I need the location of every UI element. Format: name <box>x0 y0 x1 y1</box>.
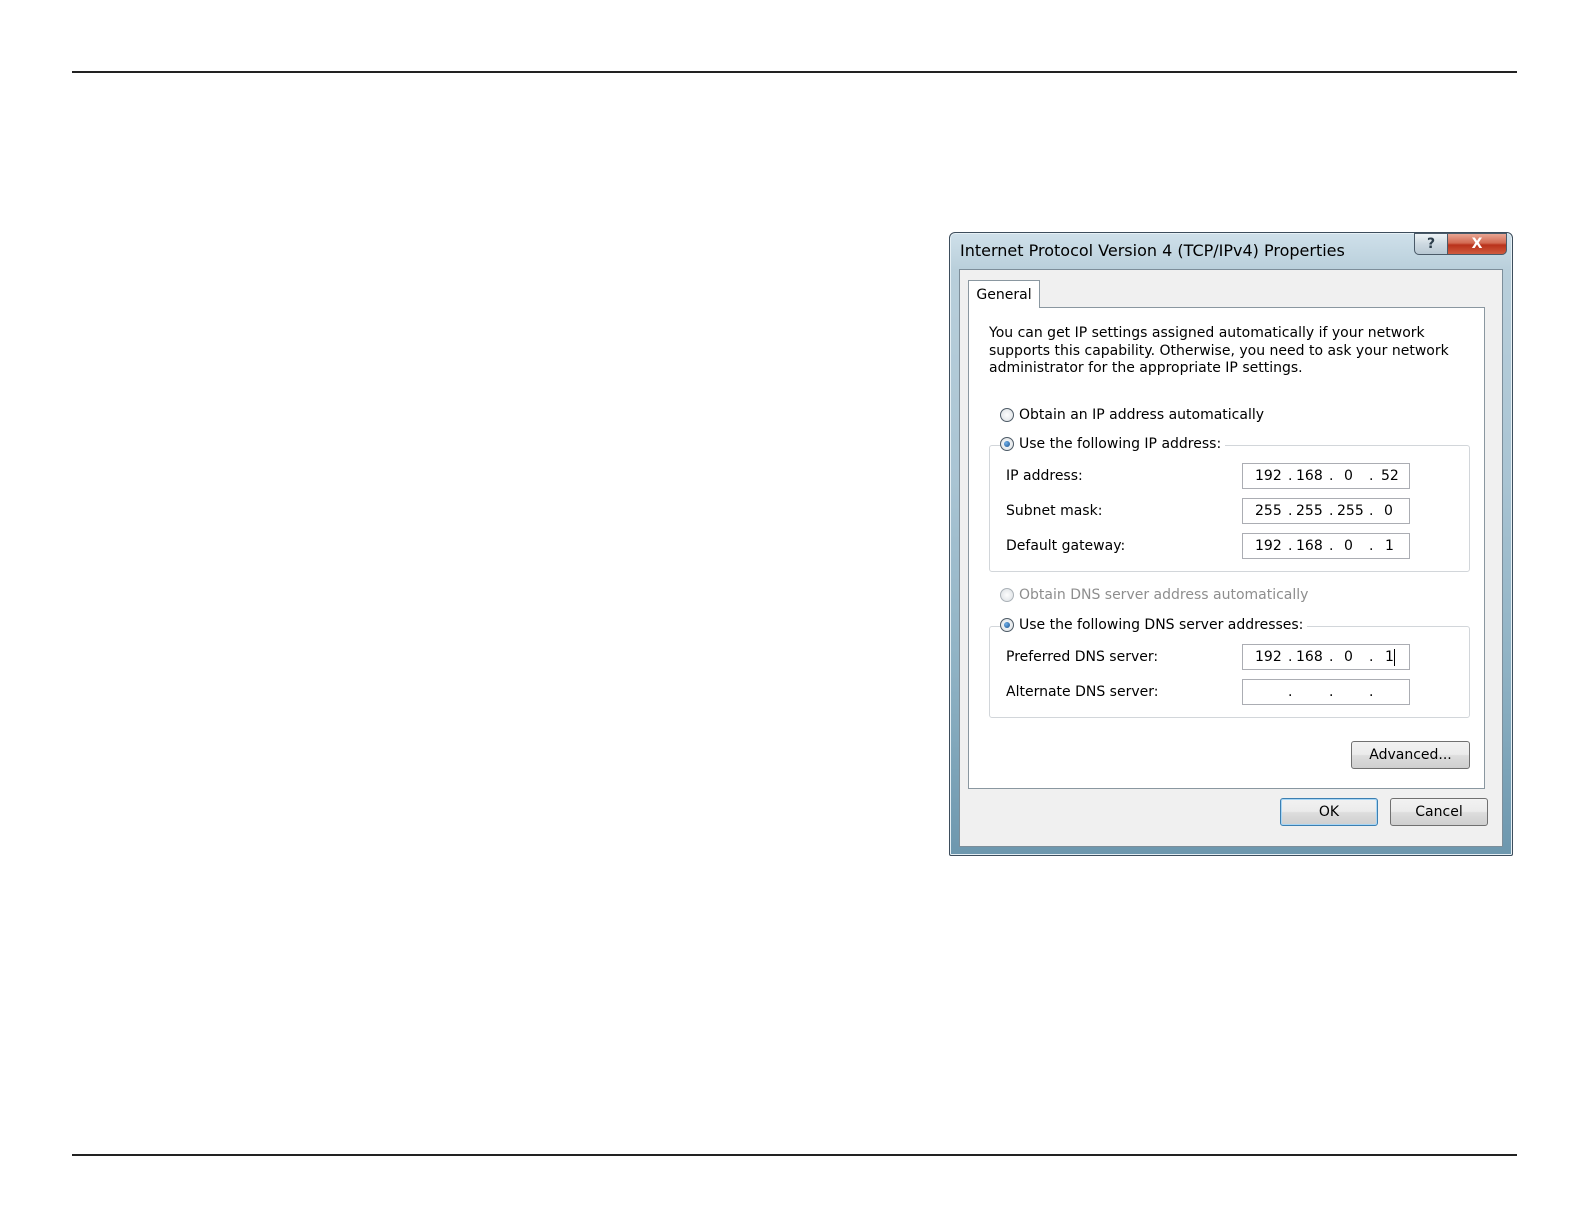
text-caret <box>1394 649 1395 666</box>
general-tab-panel: You can get IP settings assigned automat… <box>968 307 1485 789</box>
radio-use-following-ip[interactable] <box>1000 437 1014 451</box>
radio-obtain-dns-auto[interactable] <box>1000 588 1014 602</box>
ip-address-label: IP address: <box>1006 468 1083 484</box>
dialog-client-area: General You can get IP settings assigned… <box>959 269 1503 847</box>
preferred-dns-input[interactable]: 192 . 168 . 0 . 1 <box>1242 644 1410 670</box>
close-icon: X <box>1471 236 1483 252</box>
alternate-dns-label: Alternate DNS server: <box>1006 684 1159 700</box>
obtain-ip-auto-radio[interactable]: Obtain an IP address automatically <box>1000 407 1269 423</box>
title-bar[interactable]: Internet Protocol Version 4 (TCP/IPv4) P… <box>950 233 1512 269</box>
obtain-dns-auto-label: Obtain DNS server address automatically <box>1019 587 1309 603</box>
use-following-ip-radio[interactable]: Use the following IP address: <box>1000 436 1226 452</box>
subnet-mask-input[interactable]: 255 . 255 . 255 . 0 <box>1242 498 1410 524</box>
subnet-mask-label: Subnet mask: <box>1006 503 1103 519</box>
alternate-dns-input[interactable]: . . . <box>1242 679 1410 705</box>
help-button[interactable]: ? <box>1414 233 1448 255</box>
use-following-dns-radio[interactable]: Use the following DNS server addresses: <box>1000 617 1308 633</box>
ip-address-input[interactable]: 192 . 168 . 0 . 52 <box>1242 463 1410 489</box>
use-following-dns-label: Use the following DNS server addresses: <box>1019 617 1304 633</box>
preferred-dns-label: Preferred DNS server: <box>1006 649 1159 665</box>
top-rule <box>72 71 1517 73</box>
cancel-button[interactable]: Cancel <box>1390 798 1488 826</box>
obtain-dns-auto-radio[interactable]: Obtain DNS server address automatically <box>1000 587 1313 603</box>
bottom-rule <box>72 1154 1517 1156</box>
use-following-ip-label: Use the following IP address: <box>1019 436 1222 452</box>
default-gateway-label: Default gateway: <box>1006 538 1126 554</box>
advanced-button[interactable]: Advanced... <box>1351 741 1470 769</box>
close-button[interactable]: X <box>1447 233 1507 255</box>
radio-use-following-dns[interactable] <box>1000 618 1014 632</box>
ok-button[interactable]: OK <box>1280 798 1378 826</box>
help-icon: ? <box>1426 236 1436 252</box>
dialog-title: Internet Protocol Version 4 (TCP/IPv4) P… <box>960 241 1345 260</box>
tcpip-properties-dialog: Internet Protocol Version 4 (TCP/IPv4) P… <box>949 232 1513 856</box>
radio-obtain-ip-auto[interactable] <box>1000 408 1014 422</box>
default-gateway-input[interactable]: 192 . 168 . 0 . 1 <box>1242 533 1410 559</box>
tab-general[interactable]: General <box>968 280 1040 308</box>
obtain-ip-auto-label: Obtain an IP address automatically <box>1019 407 1265 423</box>
intro-text: You can get IP settings assigned automat… <box>989 325 1449 376</box>
